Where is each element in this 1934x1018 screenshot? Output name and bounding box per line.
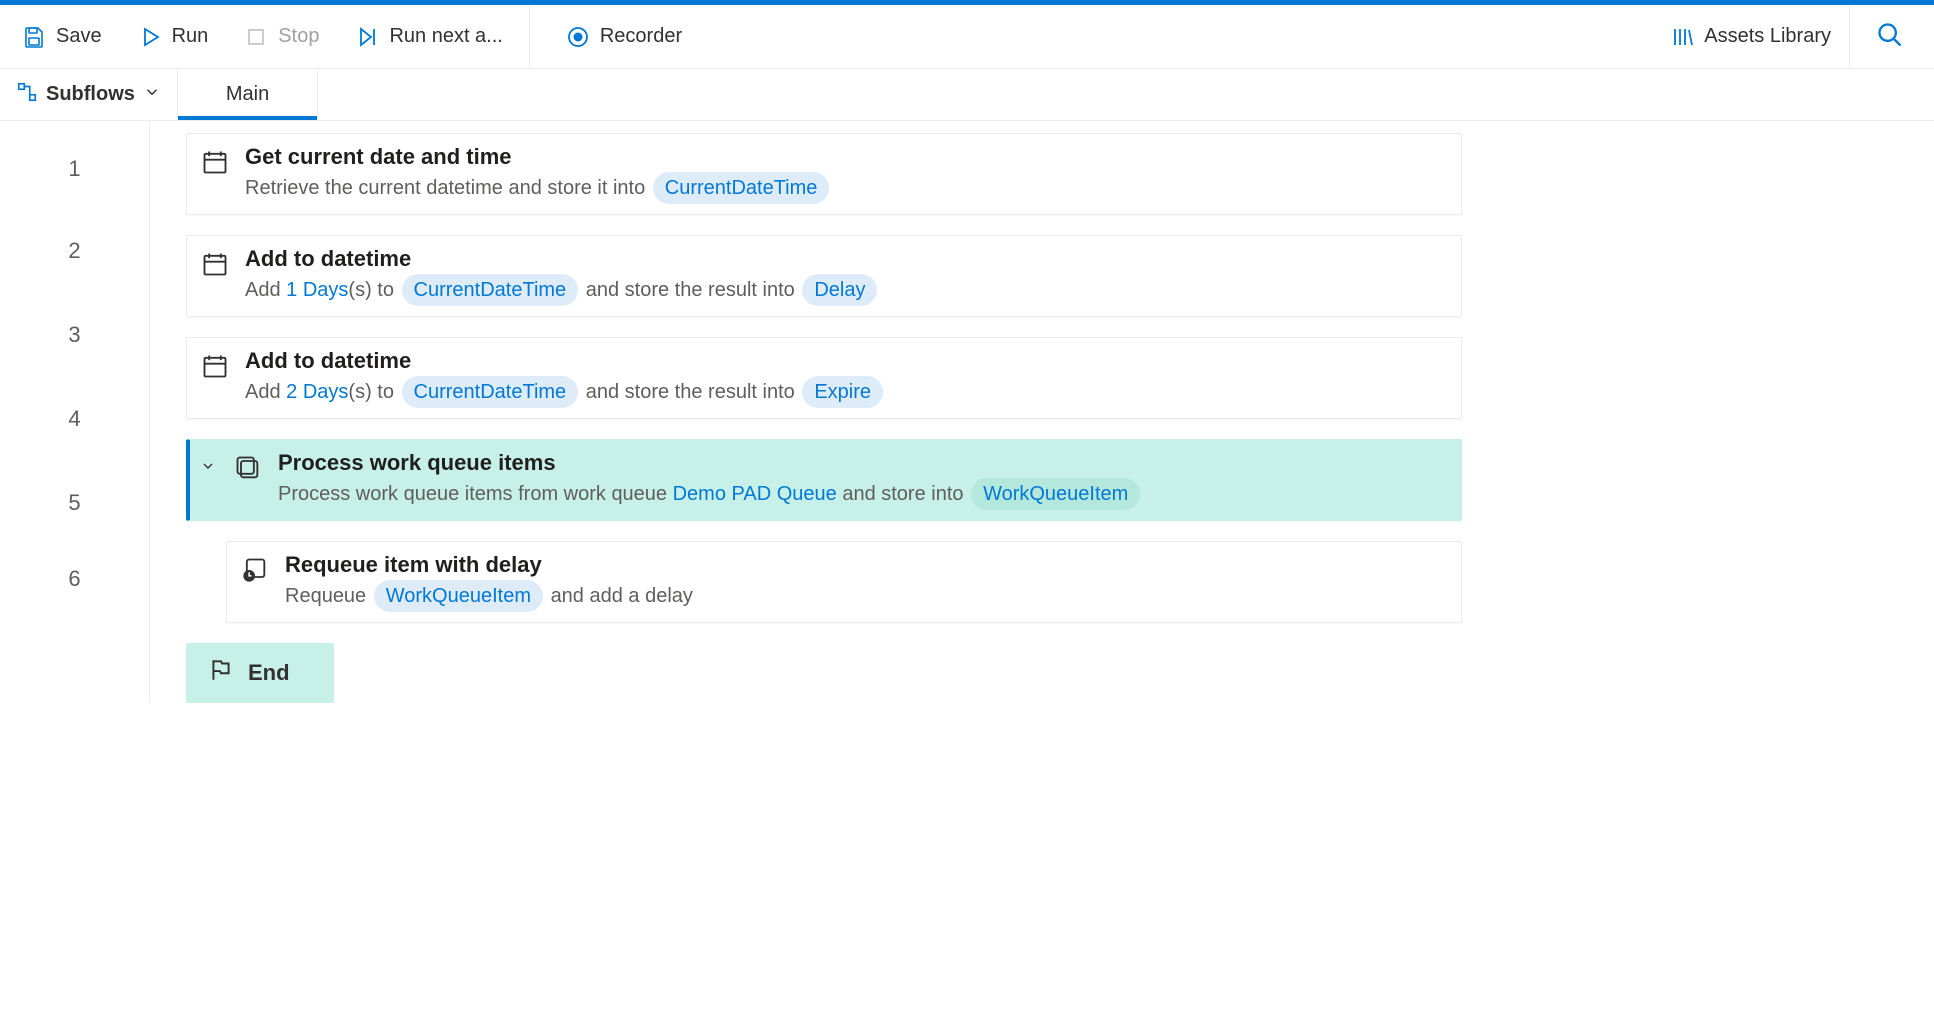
requeue-icon	[241, 552, 269, 587]
library-icon	[1670, 25, 1694, 49]
inline-value: 1 Days	[286, 279, 348, 301]
line-number: 5	[0, 461, 149, 545]
line-number-gutter: 1 2 3 4 5 6	[0, 121, 150, 703]
variable-pill[interactable]: CurrentDateTime	[402, 274, 579, 306]
line-number: 3	[0, 293, 149, 377]
run-next-button[interactable]: Run next a...	[337, 5, 520, 68]
step-title: Process work queue items	[278, 450, 1447, 476]
queue-icon	[234, 450, 262, 485]
variable-pill[interactable]: WorkQueueItem	[971, 478, 1140, 510]
line-number: 1	[0, 129, 149, 209]
line-number: 6	[0, 545, 149, 612]
step-desc-text: and store the result into	[586, 381, 801, 403]
record-icon	[566, 25, 590, 49]
flow-step[interactable]: Get current date and time Retrieve the c…	[186, 133, 1462, 215]
subflows-icon	[16, 81, 38, 109]
step-body: Get current date and time Retrieve the c…	[245, 144, 1447, 204]
search-icon	[1876, 36, 1904, 52]
variable-pill[interactable]: WorkQueueItem	[374, 580, 543, 612]
flow-step-selected[interactable]: Process work queue items Process work qu…	[186, 439, 1462, 521]
step-description: Add 1 Days(s) to CurrentDateTime and sto…	[245, 274, 1447, 306]
flow-step-end[interactable]: End	[186, 643, 334, 703]
inline-value: Demo PAD Queue	[673, 483, 837, 505]
toolbar-search-region	[1849, 5, 1930, 68]
variable-pill[interactable]: Delay	[802, 274, 877, 306]
stop-icon	[244, 25, 268, 49]
search-button[interactable]	[1862, 11, 1918, 62]
step-body: Requeue item with delay Requeue WorkQueu…	[285, 552, 1447, 612]
toolbar: Save Run Stop Run next a... Recorder	[0, 5, 1934, 69]
step-desc-text: Add	[245, 381, 286, 403]
toolbar-right-group: Assets Library	[1652, 5, 1930, 68]
save-icon	[22, 25, 46, 49]
step-body: Add to datetime Add 1 Days(s) to Current…	[245, 246, 1447, 306]
stop-label: Stop	[278, 25, 319, 48]
flow-step[interactable]: Add to datetime Add 2 Days(s) to Current…	[186, 337, 1462, 419]
variable-pill[interactable]: CurrentDateTime	[653, 172, 830, 204]
tab-main[interactable]: Main	[178, 69, 318, 120]
step-title: Get current date and time	[245, 144, 1447, 170]
variable-pill[interactable]: Expire	[802, 376, 883, 408]
line-number: 4	[0, 377, 149, 461]
flag-icon	[208, 657, 234, 689]
assets-library-label: Assets Library	[1704, 25, 1831, 48]
run-next-label: Run next a...	[389, 25, 502, 48]
stop-button: Stop	[226, 5, 337, 68]
step-title: Requeue item with delay	[285, 552, 1447, 578]
recorder-label: Recorder	[600, 25, 682, 48]
recorder-button[interactable]: Recorder	[548, 5, 700, 68]
end-label: End	[248, 660, 290, 686]
toolbar-main-actions: Save Run Stop Run next a...	[4, 5, 530, 68]
collapse-toggle[interactable]	[200, 450, 218, 474]
step-title: Add to datetime	[245, 348, 1447, 374]
step-description: Process work queue items from work queue…	[278, 478, 1447, 510]
step-desc-text: and store into	[837, 483, 969, 505]
step-desc-text: (s) to	[348, 381, 399, 403]
save-label: Save	[56, 25, 102, 48]
steps-column: Get current date and time Retrieve the c…	[150, 121, 1490, 703]
run-label: Run	[172, 25, 209, 48]
step-desc-text: Process work queue items from work queue	[278, 483, 673, 505]
line-number: 2	[0, 209, 149, 293]
subflow-bar: Subflows Main	[0, 69, 1934, 121]
step-title: Add to datetime	[245, 246, 1447, 272]
step-desc-text: Retrieve the current datetime and store …	[245, 177, 651, 199]
step-desc-text: (s) to	[348, 279, 399, 301]
toolbar-recorder-group: Recorder	[530, 5, 700, 68]
calendar-icon	[201, 348, 229, 383]
step-desc-text: and store the result into	[586, 279, 801, 301]
subflows-dropdown[interactable]: Subflows	[0, 69, 178, 120]
flow-step[interactable]: Add to datetime Add 1 Days(s) to Current…	[186, 235, 1462, 317]
step-desc-text: and add a delay	[551, 585, 693, 607]
run-button[interactable]: Run	[120, 5, 227, 68]
step-description: Retrieve the current datetime and store …	[245, 172, 1447, 204]
inline-value: 2 Days	[286, 381, 348, 403]
step-desc-text: Requeue	[285, 585, 372, 607]
step-body: Process work queue items Process work qu…	[278, 450, 1447, 510]
tab-main-label: Main	[226, 83, 269, 106]
step-over-icon	[355, 25, 379, 49]
assets-library-button[interactable]: Assets Library	[1652, 5, 1849, 68]
save-button[interactable]: Save	[4, 5, 120, 68]
calendar-icon	[201, 246, 229, 281]
chevron-down-icon	[143, 83, 161, 107]
calendar-icon	[201, 144, 229, 179]
play-icon	[138, 25, 162, 49]
variable-pill[interactable]: CurrentDateTime	[402, 376, 579, 408]
flow-step-nested[interactable]: Requeue item with delay Requeue WorkQueu…	[226, 541, 1462, 623]
subflows-label: Subflows	[46, 83, 135, 106]
step-description: Add 2 Days(s) to CurrentDateTime and sto…	[245, 376, 1447, 408]
step-body: Add to datetime Add 2 Days(s) to Current…	[245, 348, 1447, 408]
step-description: Requeue WorkQueueItem and add a delay	[285, 580, 1447, 612]
step-desc-text: Add	[245, 279, 286, 301]
flow-area: 1 2 3 4 5 6 Get current date and time Re…	[0, 121, 1934, 703]
